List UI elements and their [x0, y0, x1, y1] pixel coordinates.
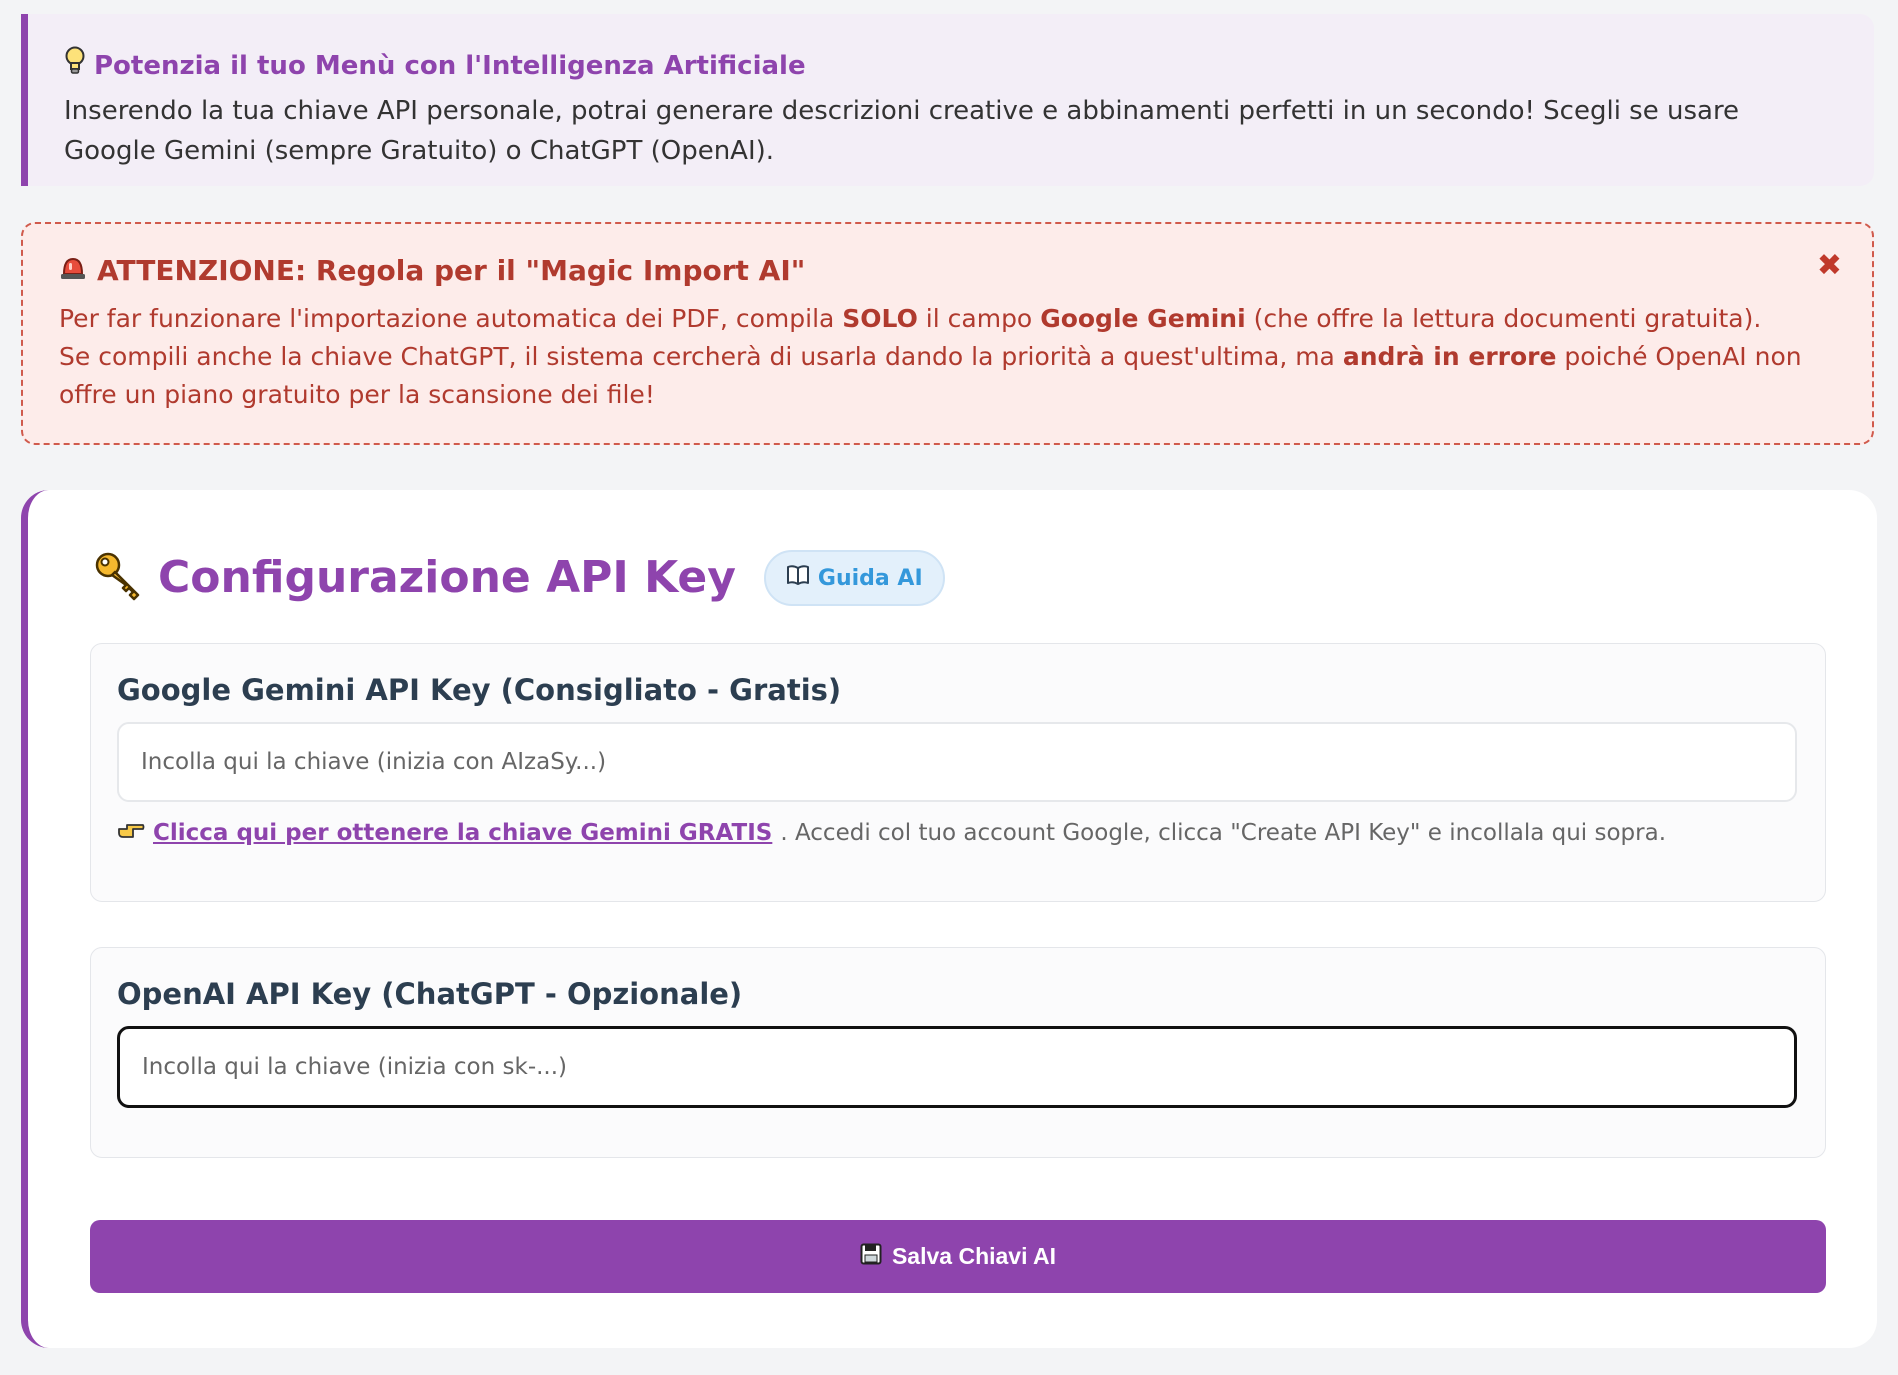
- save-ai-keys-button[interactable]: Salva Chiavi AI: [90, 1220, 1826, 1293]
- warning-text-part: Per far funzionare l'importazione automa…: [59, 304, 843, 333]
- floppy-disk-icon: [860, 1243, 882, 1271]
- guide-ai-button[interactable]: Guida AI: [763, 550, 945, 606]
- siren-icon: [59, 252, 87, 290]
- gemini-hint: Clicca qui per ottenere la chiave Gemini…: [117, 820, 1666, 846]
- guide-ai-label: Guida AI: [817, 565, 923, 591]
- info-text: Inserendo la tua chiave API personale, p…: [64, 96, 1740, 166]
- pointing-hand-icon: [117, 820, 145, 846]
- gemini-key-link[interactable]: Clicca qui per ottenere la chiave Gemini…: [153, 820, 772, 846]
- warning-strong: andrà in errore: [1342, 342, 1557, 371]
- warning-banner: ATTENZIONE: Regola per il "Magic Import …: [21, 222, 1874, 445]
- warning-text-part: il campo: [917, 304, 1041, 333]
- warning-title-row: ATTENZIONE: Regola per il "Magic Import …: [59, 252, 1842, 290]
- close-icon[interactable]: ✖: [1817, 248, 1842, 283]
- gemini-hint-text: . Accedi col tuo account Google, clicca …: [780, 820, 1667, 846]
- page-title: Configurazione API Key: [158, 552, 736, 603]
- warning-text-part: (che offre la lettura documenti gratuita…: [1245, 304, 1762, 333]
- gemini-key-input[interactable]: [117, 722, 1797, 802]
- card-header: Configurazione API Key Guida AI: [94, 550, 945, 606]
- save-ai-keys-label: Salva Chiavi AI: [891, 1243, 1057, 1269]
- openai-key-label: OpenAI API Key (ChatGPT - Opzionale): [117, 977, 743, 1011]
- warning-text-part: Se compili anche la chiave ChatGPT, il s…: [59, 342, 1343, 371]
- gemini-key-label: Google Gemini API Key (Consigliato - Gra…: [117, 673, 842, 707]
- info-title: Potenzia il tuo Menù con l'Intelligenza …: [94, 50, 806, 81]
- warning-title: ATTENZIONE: Regola per il "Magic Import …: [97, 254, 806, 287]
- info-banner: Potenzia il tuo Menù con l'Intelligenza …: [21, 14, 1874, 186]
- api-config-card: Configurazione API Key Guida AI Google G…: [21, 490, 1877, 1348]
- gemini-key-group: Google Gemini API Key (Consigliato - Gra…: [90, 643, 1826, 902]
- warning-strong: Google Gemini: [1040, 304, 1246, 333]
- warning-strong: SOLO: [842, 304, 918, 333]
- lightbulb-icon: [64, 46, 86, 85]
- openai-key-input[interactable]: [117, 1026, 1797, 1108]
- key-icon: [94, 551, 144, 605]
- book-icon: [786, 564, 810, 592]
- warning-text: Per far funzionare l'importazione automa…: [59, 300, 1842, 414]
- info-title-row: Potenzia il tuo Menù con l'Intelligenza …: [64, 46, 1834, 85]
- openai-key-group: OpenAI API Key (ChatGPT - Opzionale): [90, 947, 1826, 1158]
